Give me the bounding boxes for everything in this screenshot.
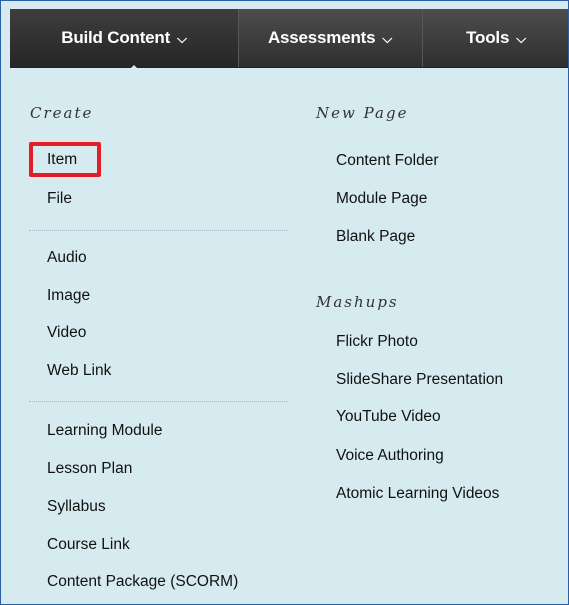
menu-item-web-link[interactable]: Web Link <box>47 362 111 380</box>
tab-tools[interactable]: Tools ⌵ <box>422 9 568 67</box>
menu-item-blank-page[interactable]: Blank Page <box>336 228 415 246</box>
menu-item-voice-authoring[interactable]: Voice Authoring <box>336 447 444 465</box>
menu-item-file[interactable]: File <box>47 190 72 208</box>
menu-item-audio[interactable]: Audio <box>47 249 87 267</box>
chevron-down-icon: ⌵ <box>382 30 393 46</box>
menu-item-syllabus[interactable]: Syllabus <box>47 498 106 516</box>
menu-item-image[interactable]: Image <box>47 287 90 305</box>
section-divider <box>29 230 287 231</box>
build-content-menu-window: Build Content ⌵ Assessments ⌵ Tools ⌵ Cr… <box>0 0 569 605</box>
menu-item-flickr-photo[interactable]: Flickr Photo <box>336 333 418 351</box>
menu-item-course-link[interactable]: Course Link <box>47 536 130 554</box>
menu-item-content-folder[interactable]: Content Folder <box>336 152 439 170</box>
tab-build-content[interactable]: Build Content ⌵ <box>10 9 238 67</box>
tab-tools-label: Tools <box>466 28 510 47</box>
course-menu-tab-bar: Build Content ⌵ Assessments ⌵ Tools ⌵ <box>10 9 568 75</box>
menu-item-learning-module[interactable]: Learning Module <box>47 422 162 440</box>
menu-item-item[interactable]: Item <box>47 151 77 169</box>
menu-item-atomic-learning-videos[interactable]: Atomic Learning Videos <box>336 485 499 503</box>
menu-item-slideshare-presentation[interactable]: SlideShare Presentation <box>336 371 503 389</box>
chevron-down-icon: ⌵ <box>177 30 187 46</box>
menu-item-youtube-video[interactable]: YouTube Video <box>336 408 441 426</box>
tab-build-content-label: Build Content <box>61 28 171 47</box>
menu-item-video[interactable]: Video <box>47 324 86 342</box>
menu-item-content-package-scorm[interactable]: Content Package (SCORM) <box>47 573 238 591</box>
chevron-down-icon: ⌵ <box>516 30 526 46</box>
section-heading-new-page: New Page <box>316 104 409 122</box>
section-heading-mashups: Mashups <box>316 293 399 311</box>
section-heading-create: Create <box>30 104 94 122</box>
menu-item-module-page[interactable]: Module Page <box>336 190 427 208</box>
section-divider <box>29 401 287 402</box>
menu-item-lesson-plan[interactable]: Lesson Plan <box>47 460 132 478</box>
dropdown-pointer <box>124 65 144 75</box>
tab-assessments-label: Assessments <box>267 28 376 47</box>
tab-assessments[interactable]: Assessments ⌵ <box>238 9 422 67</box>
